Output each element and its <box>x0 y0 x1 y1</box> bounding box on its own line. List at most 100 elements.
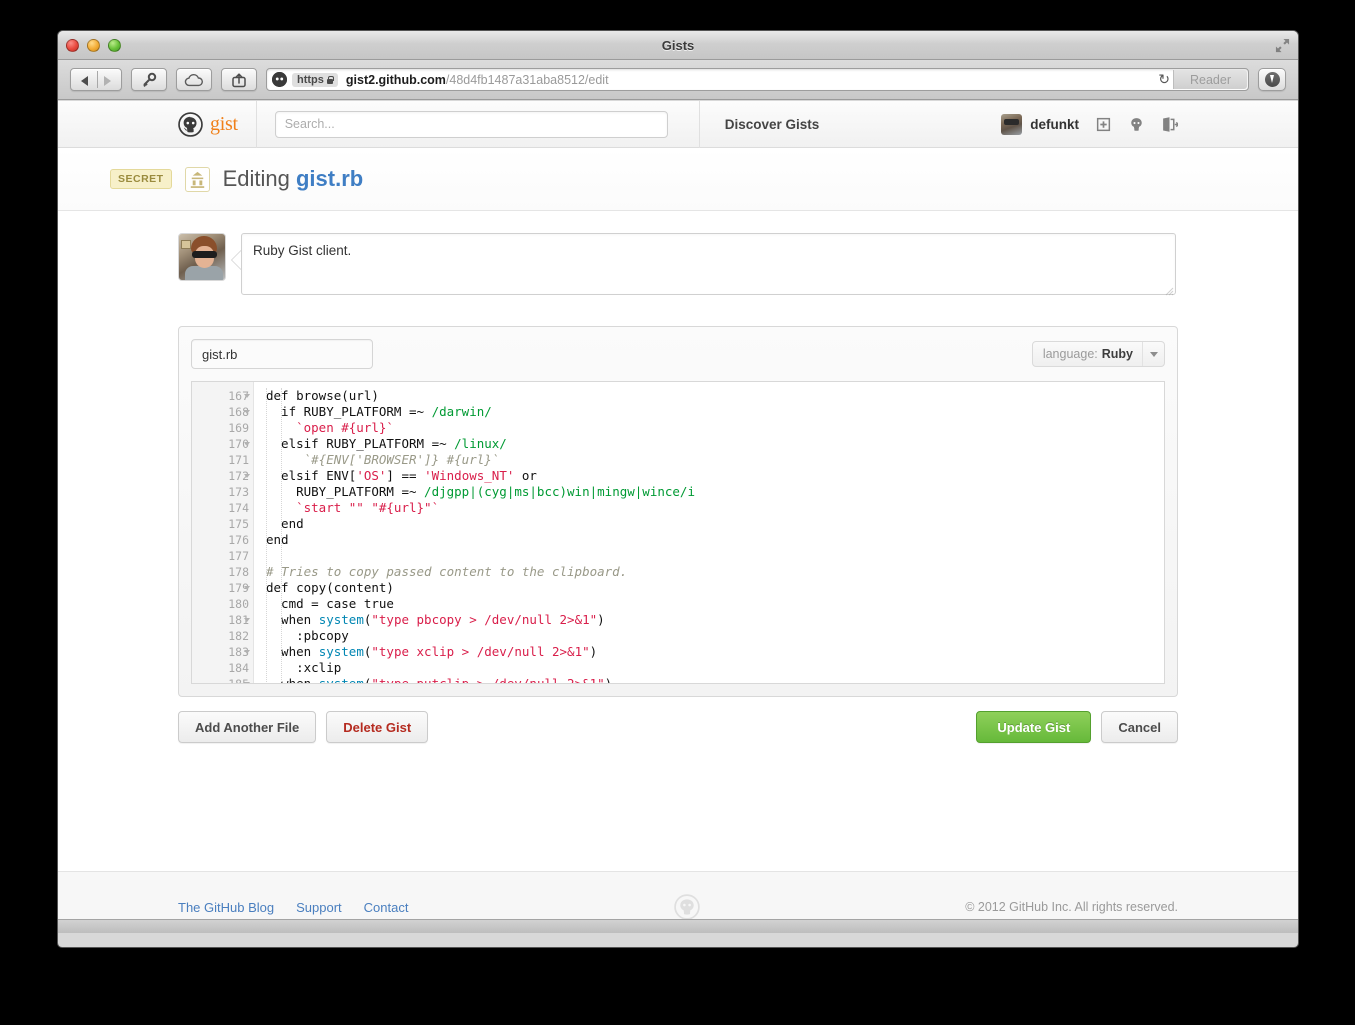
code-line: `#{ENV['BROWSER']} #{url}` <box>266 452 1164 468</box>
fold-toggle-icon[interactable] <box>244 586 250 590</box>
back-icon[interactable] <box>81 76 88 86</box>
octocat-icon[interactable] <box>1128 116 1145 133</box>
code-token: elsif ENV[ <box>266 468 356 483</box>
code-line: :pbcopy <box>266 628 1164 644</box>
footer-link[interactable]: The GitHub Blog <box>178 900 274 915</box>
code-token: system <box>319 612 364 627</box>
editing-filename: gist.rb <box>296 166 363 191</box>
fold-toggle-icon[interactable] <box>244 650 250 654</box>
code-line: `start "" "#{url}"` <box>266 500 1164 516</box>
code-token: end <box>266 516 304 531</box>
footer-link[interactable]: Support <box>296 900 342 915</box>
code-editor[interactable]: 1671681691701711721731741751761771781791… <box>191 381 1165 684</box>
code-line: when system("type putclip > /dev/null 2>… <box>266 676 1164 684</box>
language-select[interactable]: language: Ruby <box>1032 341 1165 367</box>
forward-icon[interactable] <box>104 76 111 86</box>
code-token: "type xclip > /dev/null 2>&1" <box>371 644 589 659</box>
code-token: cmd = case true <box>266 596 394 611</box>
fold-toggle-icon[interactable] <box>244 474 250 478</box>
reader-button[interactable]: Reader <box>1173 70 1247 89</box>
line-number: 185 <box>192 676 253 684</box>
chevron-down-icon[interactable] <box>1142 342 1164 366</box>
code-line: elsif ENV['OS'] == 'Windows_NT' or <box>266 468 1164 484</box>
language-label: language: <box>1043 347 1098 361</box>
search-container <box>256 101 668 148</box>
search-input[interactable] <box>275 111 668 138</box>
line-number: 179 <box>192 580 253 596</box>
code-token: `start "" "#{url}"` <box>266 500 439 515</box>
status-badge: SECRET <box>110 169 172 189</box>
discover-gists-link[interactable]: Discover Gists <box>699 101 820 148</box>
new-gist-icon[interactable] <box>1095 116 1112 133</box>
line-number: 176 <box>192 532 253 548</box>
line-number: 182 <box>192 628 253 644</box>
reader-toggle-button[interactable] <box>131 68 167 91</box>
window-title: Gists <box>58 31 1298 60</box>
indent-guide <box>266 388 267 684</box>
code-token: ) <box>590 644 598 659</box>
cancel-button[interactable]: Cancel <box>1101 711 1178 743</box>
avatar <box>178 233 226 281</box>
browser-window: Gists <box>57 30 1299 948</box>
download-icon <box>1265 72 1280 87</box>
browser-toolbar: https gist2.github.com/48d4fb1487a31aba8… <box>58 60 1298 100</box>
zoom-button[interactable] <box>108 39 121 52</box>
code-token: # Tries to copy passed content to the cl… <box>266 564 627 579</box>
code-token: `#{ENV['BROWSER']} #{url}` <box>266 452 499 467</box>
line-number: 184 <box>192 660 253 676</box>
line-number: 183 <box>192 644 253 660</box>
fold-toggle-icon[interactable] <box>244 442 250 446</box>
filename-input[interactable] <box>191 339 373 369</box>
code-line: when system("type xclip > /dev/null 2>&1… <box>266 644 1164 660</box>
code-token: /linux/ <box>454 436 507 451</box>
gist-brand[interactable]: gist <box>58 112 256 137</box>
code-line: elsif RUBY_PLATFORM =~ /linux/ <box>266 436 1164 452</box>
lock-icon <box>327 76 333 84</box>
code-line: end <box>266 532 1164 548</box>
nav-back-forward[interactable] <box>70 68 122 91</box>
fold-toggle-icon[interactable] <box>244 394 250 398</box>
page-viewport: gist Discover Gists defunkt <box>58 101 1298 933</box>
fold-toggle-icon[interactable] <box>244 682 250 684</box>
code-line: def browse(url) <box>266 388 1164 404</box>
fullscreen-icon[interactable] <box>1275 38 1290 53</box>
icloud-button[interactable] <box>176 68 212 91</box>
address-bar[interactable]: https gist2.github.com/48d4fb1487a31aba8… <box>266 68 1249 91</box>
code-token: "type putclip > /dev/null 2>&1" <box>371 676 604 684</box>
line-number: 169 <box>192 420 253 436</box>
code-line: when system("type pbcopy > /dev/null 2>&… <box>266 612 1164 628</box>
downloads-button[interactable] <box>1258 68 1286 91</box>
main-content: language: Ruby 1671681691701711721731741… <box>58 211 1298 871</box>
line-number: 180 <box>192 596 253 612</box>
description-row <box>178 233 1178 300</box>
window-titlebar: Gists <box>58 31 1298 60</box>
user-menu[interactable]: defunkt <box>1001 114 1079 135</box>
code-token: :xclip <box>266 660 341 675</box>
line-number: 171 <box>192 452 253 468</box>
code-line: :xclip <box>266 660 1164 676</box>
add-another-file-button[interactable]: Add Another File <box>178 711 316 743</box>
line-number: 178 <box>192 564 253 580</box>
site-octocat-icon <box>272 72 287 87</box>
minimize-button[interactable] <box>87 39 100 52</box>
resize-grip-icon[interactable] <box>1165 287 1174 296</box>
delete-gist-button[interactable]: Delete Gist <box>326 711 428 743</box>
code-token: system <box>319 676 364 684</box>
description-bubble <box>241 233 1178 300</box>
update-gist-button[interactable]: Update Gist <box>976 711 1091 743</box>
avatar <box>1001 114 1022 135</box>
fold-toggle-icon[interactable] <box>244 618 250 622</box>
share-button[interactable] <box>221 68 257 91</box>
line-number: 170 <box>192 436 253 452</box>
share-icon <box>231 72 247 88</box>
logout-icon[interactable] <box>1161 116 1178 133</box>
fold-toggle-icon[interactable] <box>244 410 250 414</box>
close-button[interactable] <box>66 39 79 52</box>
footer-link[interactable]: Contact <box>364 900 409 915</box>
code-content[interactable]: def browse(url) if RUBY_PLATFORM =~ /dar… <box>254 382 1164 683</box>
file-header: language: Ruby <box>191 339 1165 369</box>
reload-button[interactable]: ↻ <box>1158 71 1170 88</box>
code-token: or <box>514 468 537 483</box>
code-line: # Tries to copy passed content to the cl… <box>266 564 1164 580</box>
description-input[interactable] <box>241 233 1176 295</box>
